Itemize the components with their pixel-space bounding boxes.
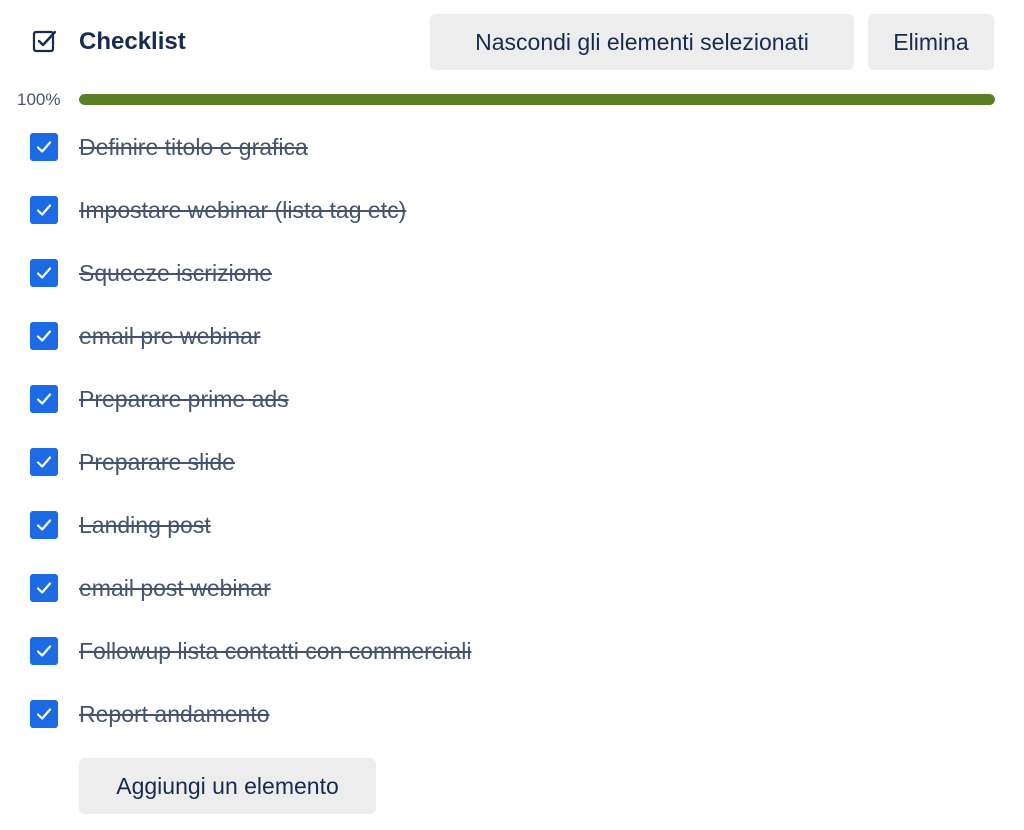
checkmark-icon bbox=[36, 708, 52, 720]
checklist-item: Report andamento bbox=[0, 681, 1024, 744]
progress-bar-fill bbox=[79, 94, 995, 105]
progress-percent: 100% bbox=[17, 90, 61, 109]
item-checkbox[interactable] bbox=[30, 574, 58, 602]
checklist-item: Followup lista contatti con commerciali bbox=[0, 618, 1024, 681]
item-label[interactable]: Definire titolo e grafica bbox=[79, 132, 308, 162]
checkmark-icon bbox=[36, 267, 52, 279]
checklist-item: Landing post bbox=[0, 492, 1024, 555]
checkmark-icon bbox=[36, 393, 52, 405]
item-label[interactable]: Followup lista contatti con commerciali bbox=[79, 636, 471, 666]
checklist-header: Checklist Nascondi gli elementi selezion… bbox=[0, 14, 1024, 70]
checklist-title: Checklist bbox=[79, 28, 186, 55]
item-checkbox[interactable] bbox=[30, 637, 58, 665]
checklist-item: email post webinar bbox=[0, 555, 1024, 618]
progress-bar bbox=[79, 94, 995, 105]
checkmark-icon bbox=[36, 456, 52, 468]
item-checkbox[interactable] bbox=[30, 133, 58, 161]
checkmark-icon bbox=[36, 519, 52, 531]
checkmark-icon bbox=[36, 582, 52, 594]
add-item-button[interactable]: Aggiungi un elemento bbox=[79, 758, 376, 814]
checklist-item: Impostare webinar (lista tag etc) bbox=[0, 177, 1024, 240]
checklist-item: Preparare prime ads bbox=[0, 366, 1024, 429]
item-label[interactable]: Squeeze iscrizione bbox=[79, 258, 272, 288]
checklist-item: email pre webinar bbox=[0, 303, 1024, 366]
item-checkbox[interactable] bbox=[30, 511, 58, 539]
checklist-items: Definire titolo e grafica Impostare webin… bbox=[0, 114, 1024, 744]
checklist-item: Squeeze iscrizione bbox=[0, 240, 1024, 303]
item-label[interactable]: email post webinar bbox=[79, 573, 271, 603]
item-checkbox[interactable] bbox=[30, 385, 58, 413]
checkmark-icon bbox=[36, 330, 52, 342]
item-checkbox[interactable] bbox=[30, 322, 58, 350]
item-checkbox[interactable] bbox=[30, 448, 58, 476]
item-label[interactable]: Preparare prime ads bbox=[79, 384, 289, 414]
item-checkbox[interactable] bbox=[30, 196, 58, 224]
checkmark-icon bbox=[36, 141, 52, 153]
delete-checklist-button[interactable]: Elimina bbox=[868, 14, 994, 70]
item-label[interactable]: Preparare slide bbox=[79, 447, 235, 477]
hide-checked-items-button[interactable]: Nascondi gli elementi selezionati bbox=[430, 14, 854, 70]
item-checkbox[interactable] bbox=[30, 259, 58, 287]
item-label[interactable]: Landing post bbox=[79, 510, 211, 540]
checkmark-icon bbox=[36, 645, 52, 657]
checklist-icon bbox=[32, 30, 57, 53]
item-checkbox[interactable] bbox=[30, 700, 58, 728]
checkmark-icon bbox=[36, 204, 52, 216]
item-label[interactable]: Report andamento bbox=[79, 699, 270, 729]
checklist-item: Definire titolo e grafica bbox=[0, 114, 1024, 177]
item-label[interactable]: email pre webinar bbox=[79, 321, 261, 351]
checklist-item: Preparare slide bbox=[0, 429, 1024, 492]
item-label[interactable]: Impostare webinar (lista tag etc) bbox=[79, 195, 406, 225]
checklist-panel: Checklist Nascondi gli elementi selezion… bbox=[0, 0, 1024, 830]
